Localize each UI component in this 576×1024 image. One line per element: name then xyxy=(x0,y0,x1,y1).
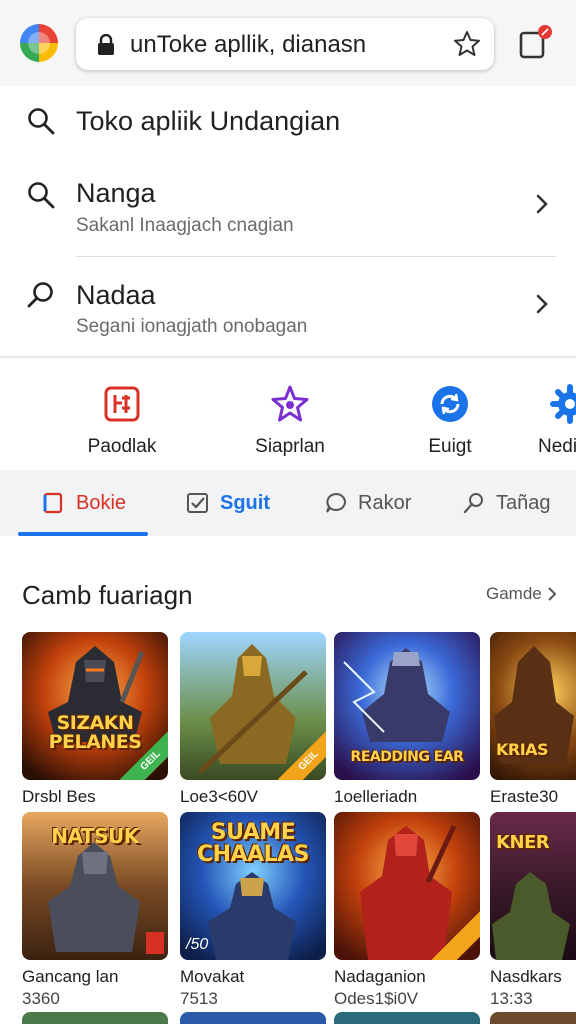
section-more-link[interactable]: Gamde xyxy=(486,584,558,604)
shortcut-euigt[interactable]: Euigt xyxy=(390,384,510,458)
suggestion-subtitle: Segani ionagjath onobagan xyxy=(76,316,308,337)
tabs-switcher-icon[interactable] xyxy=(518,24,552,60)
chevron-right-icon[interactable] xyxy=(532,192,552,216)
pin-icon xyxy=(463,493,483,514)
active-tab-indicator xyxy=(18,532,148,536)
shortcut-siaprlan[interactable]: Siaprlan xyxy=(230,384,350,458)
tab-tanag[interactable]: Tañag xyxy=(462,488,551,518)
tab-rakor[interactable]: Rakor xyxy=(324,488,411,518)
purple-star-icon xyxy=(271,385,309,422)
corner-flag xyxy=(146,932,164,954)
bookmark-icon xyxy=(43,492,63,514)
history-icon xyxy=(27,282,53,308)
game-thumbnail-partial[interactable] xyxy=(334,1012,480,1024)
bookmark-star-icon[interactable] xyxy=(452,29,482,59)
suggestion-title: Nanga xyxy=(76,178,156,208)
chevron-right-icon[interactable] xyxy=(532,292,552,316)
game-card[interactable]: SIZAKN PELANES GEIL Drsbl Bes xyxy=(22,632,168,807)
checkbox-icon xyxy=(187,493,208,513)
game-meta: 3360 xyxy=(22,989,60,1008)
search-icon xyxy=(28,182,55,209)
game-thumbnail[interactable]: SUAME CHAALAS /50 xyxy=(180,812,326,960)
red-app-icon xyxy=(104,386,140,422)
suggestion-title: Toko apliik Undangian xyxy=(76,106,341,136)
blue-sync-icon xyxy=(432,386,468,422)
game-name: Loe3<60V xyxy=(180,787,258,806)
shortcut-label: Paodlak xyxy=(87,436,157,457)
game-thumbnail-partial[interactable] xyxy=(490,1012,576,1024)
overlay-text: /50 xyxy=(186,936,209,953)
game-name: 1oelleriadn xyxy=(334,787,418,806)
game-name: Drsbl Bes xyxy=(22,787,96,806)
game-thumbnail-partial[interactable] xyxy=(180,1012,326,1024)
shortcut-label: Siaprlan xyxy=(255,436,325,457)
game-thumbnail[interactable]: KNER xyxy=(490,812,576,960)
game-card[interactable]: SUAME CHAALAS /50 Movakat 7513 xyxy=(180,812,326,1009)
game-name: Nasdkars xyxy=(490,967,562,986)
divider xyxy=(76,256,556,257)
tab-sguit[interactable]: Sguit xyxy=(186,488,270,518)
game-art-title: KNER xyxy=(496,832,550,853)
chat-icon xyxy=(326,492,346,513)
suggestion-subtitle: Sakanl Inaagjach cnagian xyxy=(76,215,294,236)
game-name: Eraste30 xyxy=(490,787,559,806)
tab-label: Rakor xyxy=(358,491,412,514)
game-meta: Odes1$i0V xyxy=(334,989,419,1008)
game-thumbnail[interactable]: KRIAS xyxy=(490,632,576,780)
tab-bokie[interactable]: Bokie xyxy=(42,488,126,518)
suggestion-item[interactable]: Nanga Sakanl Inaagjach cnagian xyxy=(0,172,576,252)
game-card[interactable]: GEIL Loe3<60V xyxy=(180,632,326,807)
suggestion-item[interactable]: Toko apliik Undangian xyxy=(0,100,576,150)
game-name: Gancang lan xyxy=(22,967,119,986)
game-thumbnail[interactable]: READDING EAR xyxy=(334,632,480,780)
game-card[interactable]: NATSUK Gancang lan 3360 xyxy=(22,812,168,1009)
game-card[interactable]: KRIAS Eraste30 xyxy=(490,632,576,807)
game-meta: 13:33 xyxy=(490,989,533,1008)
shortcut-label: Euigt xyxy=(428,436,472,457)
tab-label: Sguit xyxy=(220,491,270,514)
shortcut-nedi[interactable]: Nedi xyxy=(504,384,576,458)
game-thumbnail[interactable] xyxy=(334,812,480,960)
app-logo-icon[interactable] xyxy=(20,24,58,62)
divider xyxy=(0,356,576,358)
search-icon xyxy=(28,108,55,135)
shortcut-label: Nedi xyxy=(538,436,576,457)
game-thumbnail-partial[interactable] xyxy=(22,1012,168,1024)
address-bar[interactable]: unToke apllik, dianasn xyxy=(76,18,494,70)
game-art-title: NATSUK xyxy=(51,824,139,848)
shortcut-paodlak[interactable]: Paodlak xyxy=(62,384,182,458)
lock-icon xyxy=(98,34,114,55)
game-card[interactable]: KNER Nasdkars 13:33 xyxy=(490,812,576,1009)
game-card[interactable]: READDING EAR 1oelleriadn xyxy=(334,632,480,807)
chevron-right-icon xyxy=(548,587,557,601)
suggestion-item[interactable]: Nadaa Segani ionagjath onobagan xyxy=(0,272,576,352)
tab-label: Bokie xyxy=(76,491,127,514)
game-thumbnail[interactable]: NATSUK xyxy=(22,812,168,960)
game-art-title: KRIAS xyxy=(496,740,549,759)
browser-toolbar: unToke apllik, dianasn xyxy=(0,0,576,86)
game-name: Nadaganion xyxy=(334,967,426,986)
url-text[interactable]: unToke apllik, dianasn xyxy=(130,31,366,59)
game-art-title: SIZAKN PELANES xyxy=(48,712,142,753)
suggestion-title: Nadaa xyxy=(76,280,156,310)
game-art-title: SUAME CHAALAS xyxy=(197,820,310,867)
section-title: Camb fuariagn xyxy=(22,580,193,610)
game-thumbnail[interactable]: GEIL xyxy=(180,632,326,780)
tab-label: Tañag xyxy=(496,491,551,514)
gear-icon xyxy=(550,384,576,424)
game-name: Movakat xyxy=(180,967,245,986)
category-tab-bar: Bokie Sguit Rakor Tañag xyxy=(0,470,576,536)
game-thumbnail[interactable]: SIZAKN PELANES GEIL xyxy=(22,632,168,780)
game-meta: 7513 xyxy=(180,989,218,1008)
more-label: Gamde xyxy=(486,584,542,603)
game-card[interactable]: Nadaganion Odes1$i0V xyxy=(334,812,480,1009)
game-art-title: READDING EAR xyxy=(350,749,464,765)
